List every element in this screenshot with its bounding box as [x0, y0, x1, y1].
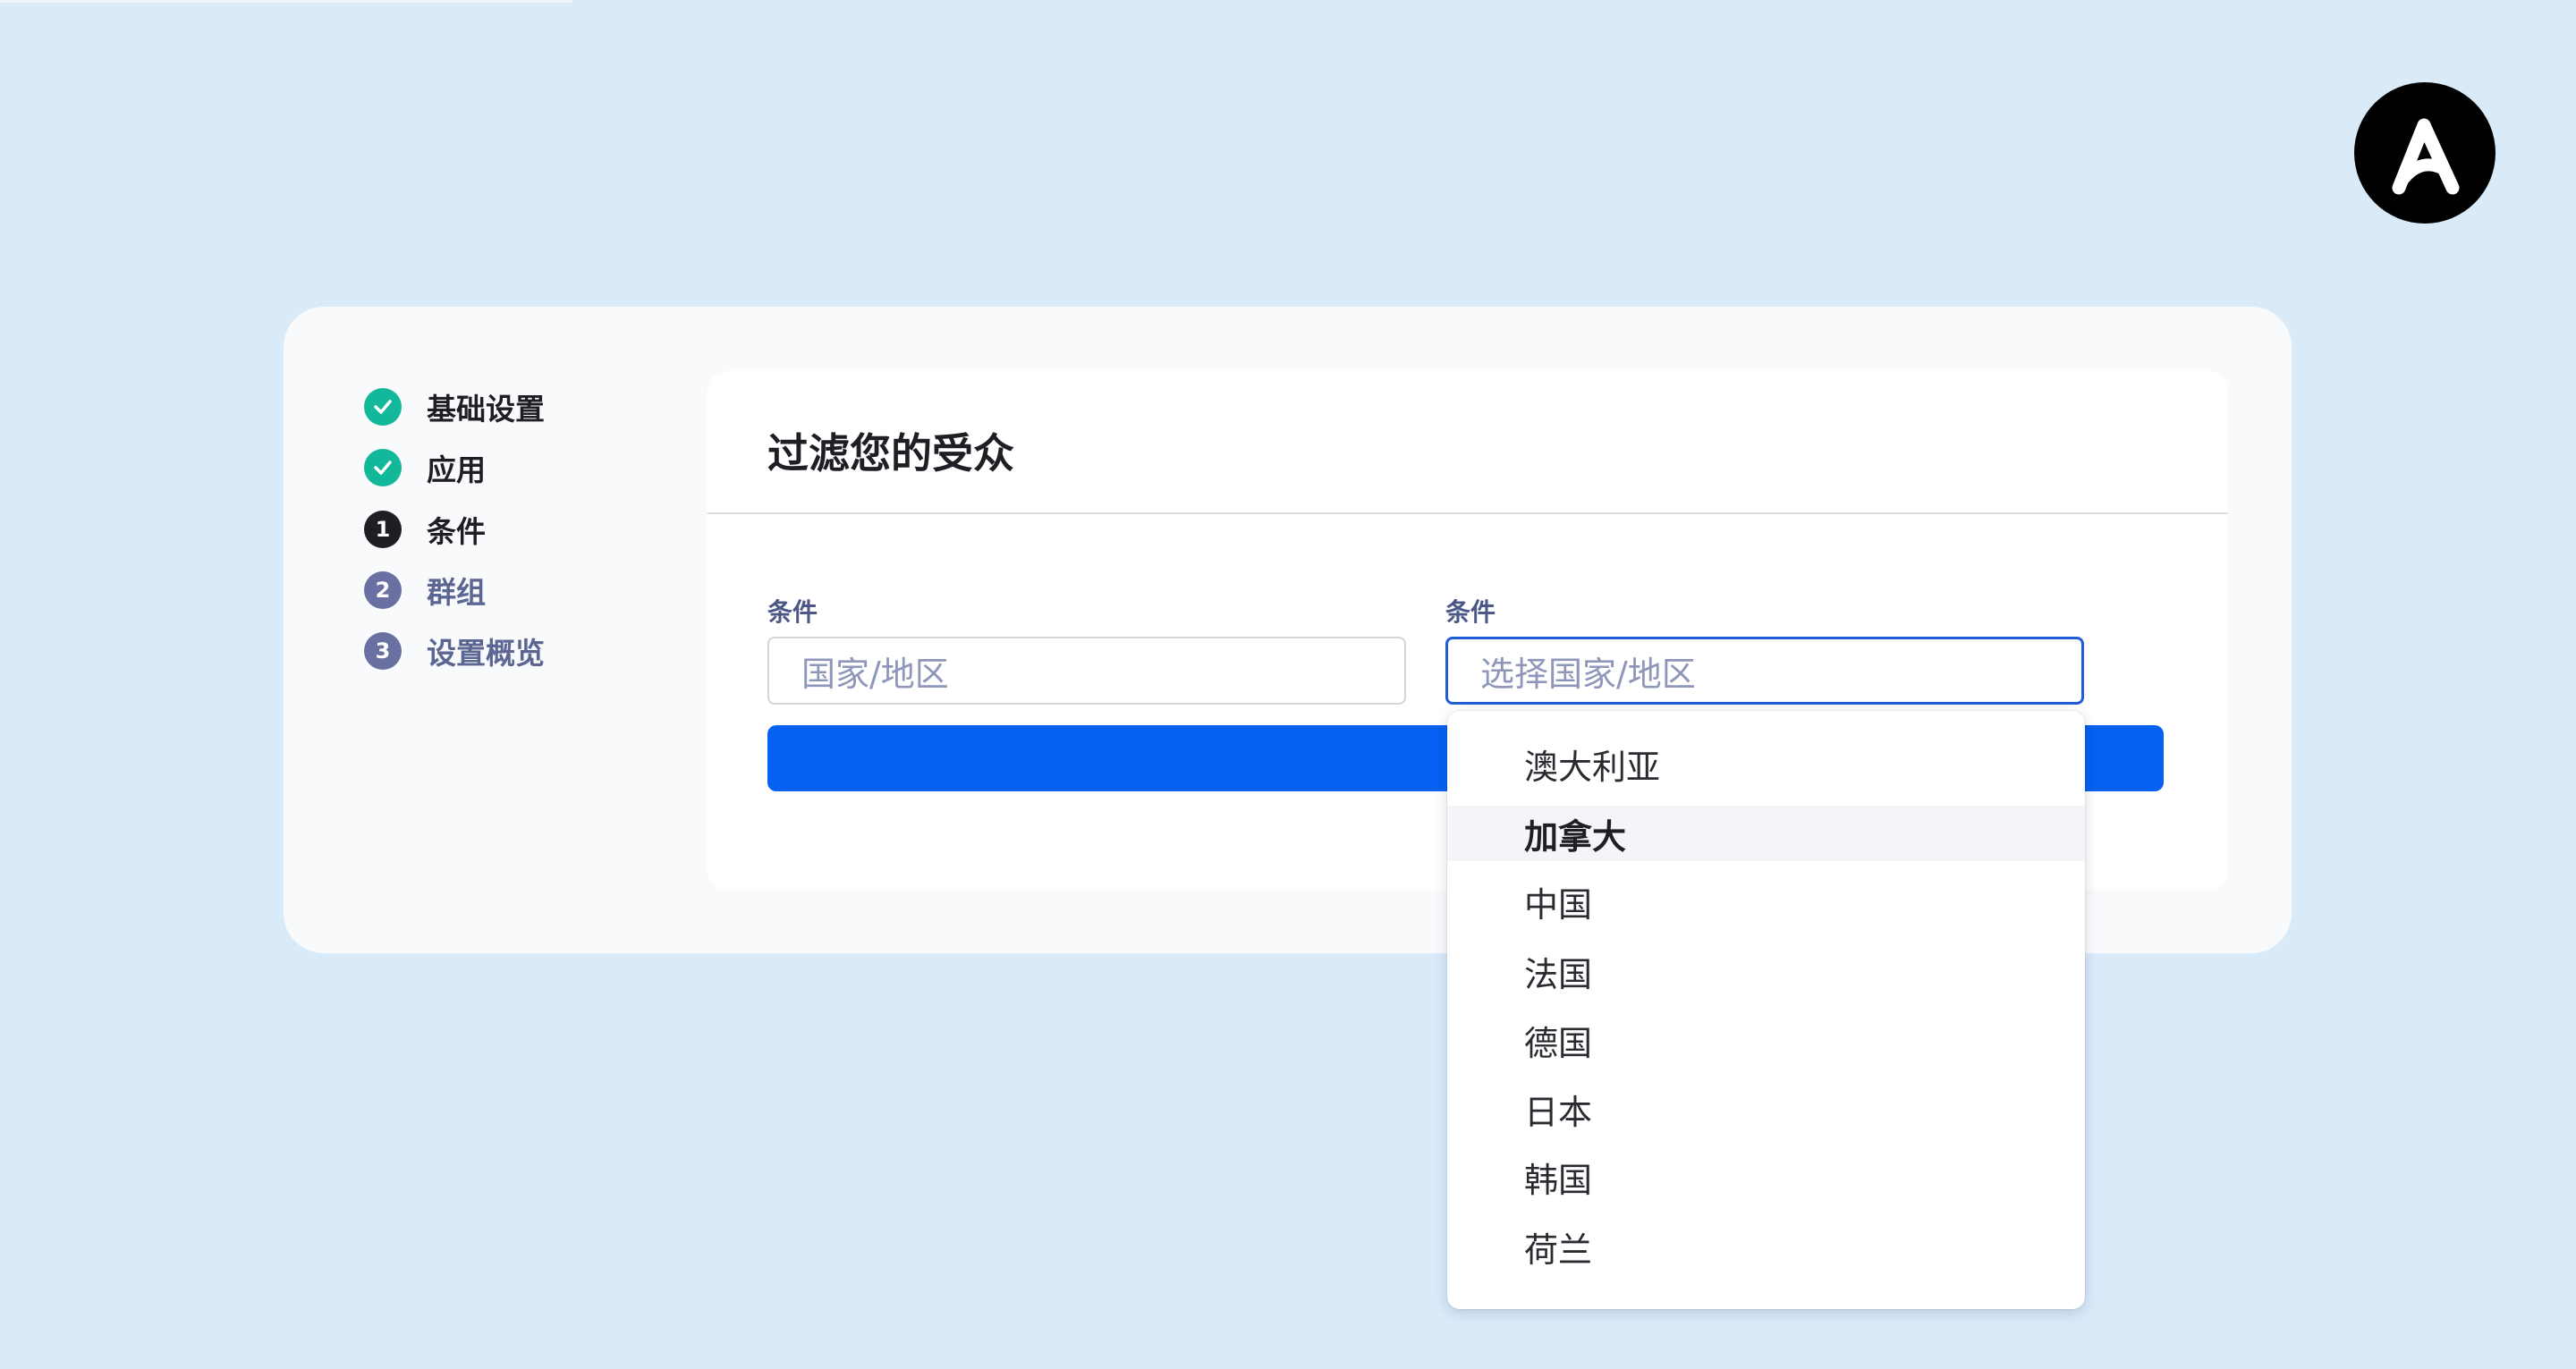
- divider: [708, 512, 2228, 514]
- step-groups[interactable]: 2 群组: [364, 570, 659, 610]
- dropdown-option[interactable]: 韩国: [1447, 1149, 2085, 1204]
- dropdown-option[interactable]: 加拿大: [1447, 806, 2085, 861]
- step-conditions[interactable]: 1 条件: [364, 510, 659, 549]
- step-overview[interactable]: 3 设置概览: [364, 631, 659, 671]
- condition-type-select[interactable]: 国家/地区: [767, 637, 1406, 705]
- check-icon: [364, 388, 402, 426]
- step-label: 群组: [427, 575, 486, 610]
- dropdown-option[interactable]: 中国: [1447, 874, 2085, 929]
- top-accent-line: [0, 0, 572, 3]
- step-label: 条件: [427, 514, 486, 549]
- check-icon: [364, 449, 402, 486]
- country-dropdown: 澳大利亚 加拿大 中国 法国 德国 日本 韩国 荷兰: [1447, 711, 2085, 1309]
- dropdown-option[interactable]: 法国: [1447, 943, 2085, 999]
- step-label: 基础设置: [427, 392, 545, 427]
- dropdown-option[interactable]: 日本: [1447, 1081, 2085, 1137]
- condition-value-label: 条件: [1445, 597, 1496, 627]
- country-search-input[interactable]: 选择国家/地区: [1445, 637, 2084, 705]
- step-app[interactable]: 应用: [364, 448, 659, 487]
- step-number-badge: 1: [364, 511, 402, 548]
- step-label: 应用: [427, 452, 486, 487]
- step-number-badge: 3: [364, 632, 402, 670]
- step-basic-settings[interactable]: 基础设置: [364, 387, 659, 427]
- step-number-badge: 2: [364, 571, 402, 609]
- condition-label: 条件: [767, 597, 818, 627]
- dropdown-option[interactable]: 德国: [1447, 1012, 2085, 1068]
- dropdown-option[interactable]: 澳大利亚: [1447, 736, 2085, 791]
- adobe-logo-icon: [2354, 82, 2496, 224]
- page-title: 过滤您的受众: [767, 429, 1014, 477]
- step-label: 设置概览: [427, 636, 545, 671]
- dropdown-option[interactable]: 荷兰: [1447, 1219, 2085, 1274]
